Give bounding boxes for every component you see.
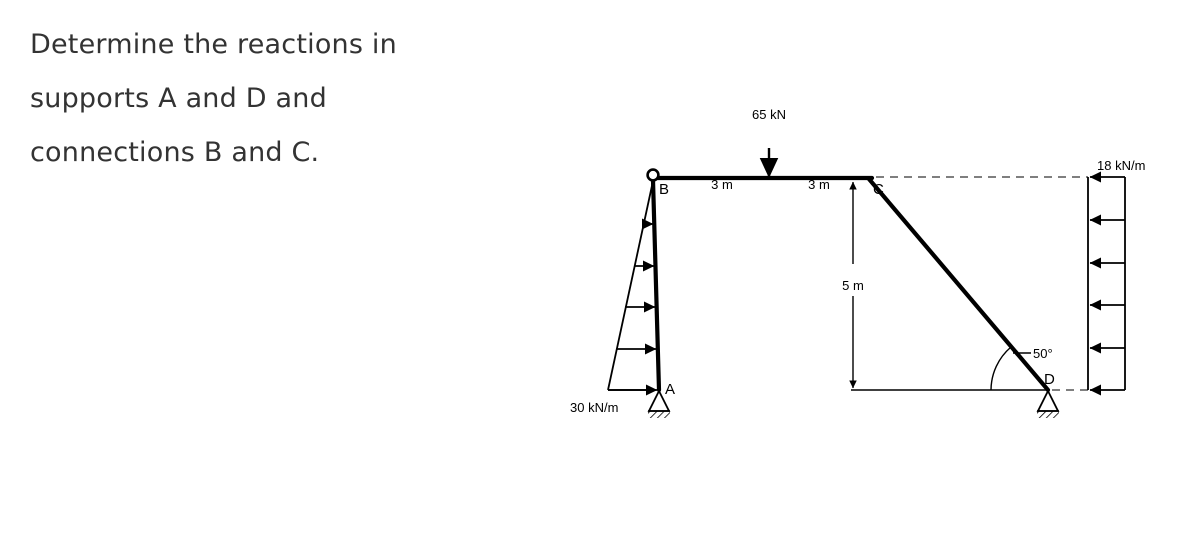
left-load-envelope	[607, 180, 654, 391]
point-label-b: B	[659, 181, 669, 198]
point-load-group: 65 kN	[752, 107, 786, 178]
support-hatch-a	[648, 411, 670, 418]
angle-arc	[990, 346, 1012, 391]
member-left-column	[650, 177, 662, 393]
dimension-label-beam-right: 3 m	[808, 177, 830, 192]
support-d-pin	[1036, 388, 1060, 418]
point-label-a: A	[665, 381, 675, 398]
dimension-height-group: 5 m	[842, 181, 864, 389]
problem-figure-page: Determine the reactions in supports A an…	[0, 0, 1200, 537]
member-inclined	[866, 176, 1051, 393]
structural-frame-diagram: 30 kN/m B A 65 kN 3 m 3 m C 5 m 50° D 18…	[570, 107, 1145, 418]
support-hatch-d	[1037, 411, 1059, 418]
angle-label: 50°	[1033, 346, 1053, 361]
right-distributed-load-label: 18 kN/m	[1097, 158, 1145, 173]
point-load-label: 65 kN	[752, 107, 786, 122]
hinge-circle-b	[646, 168, 660, 182]
left-distributed-load-label: 30 kN/m	[570, 400, 618, 415]
point-label-c: C	[873, 181, 884, 198]
point-label-d: D	[1044, 371, 1055, 388]
right-distributed-load-group: 18 kN/m	[1087, 158, 1145, 396]
dimension-label-height: 5 m	[842, 278, 864, 293]
support-triangle-d	[1036, 388, 1060, 412]
left-distributed-load-group: 30 kN/m	[570, 180, 658, 415]
dimension-label-beam-left: 3 m	[711, 177, 733, 192]
